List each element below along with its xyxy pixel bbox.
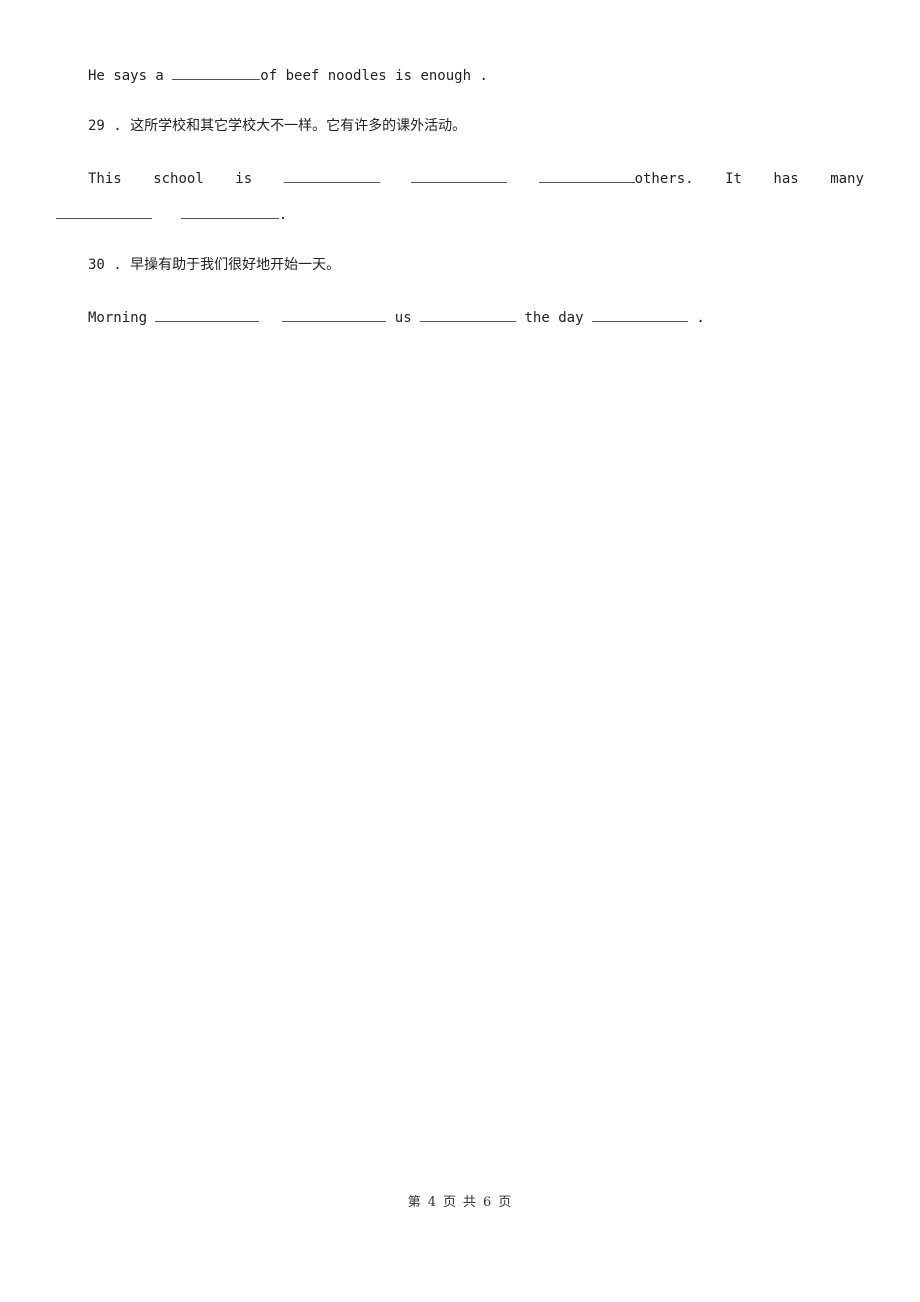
q29-word-has: has: [773, 171, 799, 187]
q28-blank-1[interactable]: [172, 66, 261, 80]
q29-dot: .: [113, 118, 122, 134]
q28-text-before: He says a: [88, 68, 164, 84]
q29-blank-2[interactable]: [411, 169, 508, 183]
q29-answer-line-2: .: [56, 205, 287, 224]
q30-word-the-day: the day: [524, 310, 584, 326]
q29-word-this: This: [88, 171, 122, 187]
q29-prompt-line: 29 . 这所学校和其它学校大不一样。它有许多的课外活动。: [88, 117, 466, 135]
q30-number: 30: [88, 257, 105, 273]
q29-answer-line-1: This school is others. It has many: [88, 169, 864, 188]
footer-prefix: 第: [407, 1195, 422, 1210]
q30-blank-2[interactable]: [282, 308, 387, 322]
q29-word-is: is: [235, 171, 253, 187]
q30-blank-1[interactable]: [155, 308, 260, 322]
q29-number: 29: [88, 118, 105, 134]
q28-answer-line: He says a of beef noodles is enough .: [88, 66, 488, 85]
q30-blank-4[interactable]: [591, 308, 688, 322]
q30-prompt-line: 30 . 早操有助于我们很好地开始一天。: [88, 256, 340, 274]
q29-blank-5[interactable]: [180, 205, 279, 219]
footer-current-page: 4: [427, 1195, 437, 1210]
q30-blank-3[interactable]: [420, 308, 517, 322]
footer-total-word: 共: [463, 1195, 478, 1210]
q29-blank-1[interactable]: [283, 169, 380, 183]
q29-word-school: school: [153, 171, 204, 187]
q29-end: .: [278, 207, 288, 223]
q30-end: .: [696, 310, 705, 326]
q29-blank-3[interactable]: [538, 169, 635, 183]
q29-word-others: others.: [634, 171, 694, 187]
footer-total-pages: 6: [483, 1195, 493, 1210]
q30-dot: .: [113, 257, 122, 273]
q28-text-after: of beef noodles is enough .: [260, 68, 488, 84]
footer-suffix: 页: [498, 1195, 513, 1210]
q30-word-morning: Morning: [88, 310, 148, 326]
q29-blank-4[interactable]: [56, 205, 152, 219]
q30-prompt: 早操有助于我们很好地开始一天。: [130, 257, 341, 273]
q29-word-it: It: [725, 171, 742, 187]
q29-word-many: many: [830, 171, 864, 187]
footer-page-word: 页: [442, 1195, 457, 1210]
page-footer: 第4页共6页: [0, 1191, 920, 1210]
q29-blank-3-group: others.: [538, 169, 694, 188]
q30-word-us: us: [394, 310, 412, 326]
q29-prompt: 这所学校和其它学校大不一样。它有许多的课外活动。: [130, 118, 467, 134]
q30-answer-line: Morning us the day .: [88, 308, 705, 327]
